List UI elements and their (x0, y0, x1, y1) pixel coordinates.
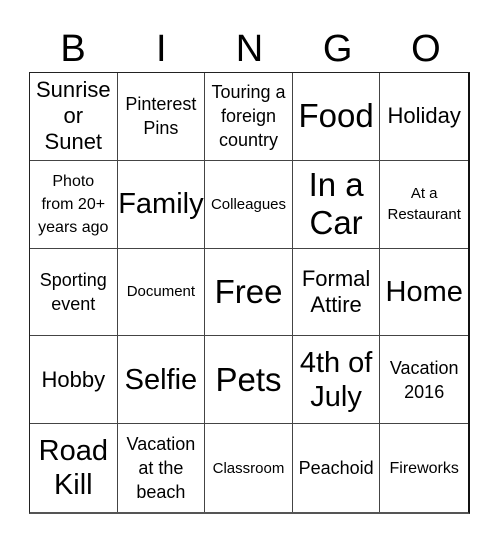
bingo-cell[interactable]: Family (117, 160, 206, 249)
bingo-cell[interactable]: Colleagues (205, 160, 293, 249)
header-letter-i: I (156, 28, 167, 70)
bingo-cell-line: Road (38, 435, 108, 468)
bingo-cell-text: Free (215, 273, 283, 311)
bingo-cell[interactable]: Peachoid (293, 424, 381, 512)
bingo-cell-text: Sunrise or Sunet (36, 77, 111, 155)
bingo-cell[interactable]: Touring a foreign country (205, 73, 293, 161)
bingo-cell-line: 2016 (404, 381, 445, 402)
bingo-card-grid: Sunrise or Sunet Pinterest Pins Touring a fore… (29, 72, 470, 514)
bingo-cell-line: Pets (215, 360, 282, 398)
bingo-cell[interactable]: Pets (205, 336, 293, 425)
bingo-cell-line: foreign (220, 106, 276, 127)
bingo-cell[interactable]: In a Car (292, 160, 381, 249)
bingo-cell-line: Fireworks (389, 459, 459, 477)
bingo-cell-text: Touring a foreign country (211, 80, 285, 152)
bingo-cell-line: Touring a (211, 82, 286, 103)
bingo-cell-text: In a Car (309, 166, 364, 242)
bingo-cell[interactable]: Sunrise or Sunet (30, 73, 118, 161)
header-letter-o: O (411, 28, 441, 70)
bingo-cell-line: Colleagues (210, 195, 287, 213)
bingo-cell-line: 4th of (299, 346, 373, 379)
bingo-cell-text: Holiday (388, 103, 461, 129)
bingo-cell-line: years ago (38, 218, 109, 236)
bingo-header: B I N G O (29, 27, 470, 72)
bingo-cell-text: Selfie (125, 363, 198, 397)
bingo-cell[interactable]: Selfie (117, 336, 206, 425)
bingo-cell[interactable]: Vacation 2016 (380, 336, 468, 425)
header-letter-n: N (235, 28, 264, 70)
bingo-cell-line: Kill (53, 469, 93, 502)
bingo-cell-line: Document (126, 283, 196, 301)
bingo-cell-text: Vacation 2016 (390, 356, 459, 404)
bingo-cell-text: 4th of July (300, 346, 373, 414)
bingo-cell-text: Pets (215, 361, 281, 399)
bingo-cell-line: At a (410, 185, 438, 203)
bingo-cell-text: Vacation at the beach (127, 432, 196, 504)
bingo-cell-line: Hobby (41, 366, 106, 392)
bingo-cell-line: Vacation (389, 357, 459, 378)
bingo-cell[interactable]: Road Kill (30, 424, 118, 512)
bingo-cell-text: Pinterest Pins (125, 92, 196, 140)
bingo-cell-line: Sunrise (36, 77, 111, 103)
bingo-cell-line: Photo (52, 172, 95, 190)
bingo-cell-line: at the (138, 458, 184, 479)
bingo-cell-line: or (63, 103, 84, 129)
header-letter-g: G (322, 28, 353, 70)
bingo-cell[interactable]: Vacation at the beach (118, 424, 206, 512)
bingo-cell-line: Car (309, 204, 363, 242)
bingo-cell[interactable]: Formal Attire (292, 248, 381, 337)
bingo-cell-text: Colleagues (211, 194, 286, 215)
bingo-cell-line: Sunet (44, 129, 103, 155)
bingo-cell-line: Selfie (124, 363, 198, 396)
bingo-cell-line: Holiday (387, 103, 461, 129)
bingo-cell-text: Food (298, 97, 373, 135)
bingo-cell-text: Hobby (42, 367, 106, 393)
bingo-cell-line: beach (136, 482, 186, 503)
bingo-cell-line: Peachoid (298, 458, 374, 479)
bingo-cell-line: country (218, 130, 278, 151)
bingo-cell[interactable]: Hobby (30, 336, 118, 425)
bingo-cell[interactable]: Classroom (205, 424, 293, 512)
bingo-cell-text: Classroom (213, 458, 285, 479)
bingo-cell-line: Home (385, 275, 463, 308)
bingo-cell-text: Formal Attire (302, 266, 370, 318)
bingo-cell-line: In a (308, 166, 364, 204)
bingo-cell-text: Fireworks (390, 457, 459, 480)
bingo-cell[interactable]: Fireworks (380, 424, 468, 512)
bingo-cell-line: July (310, 380, 362, 413)
bingo-cell-line: Sporting (39, 269, 107, 290)
bingo-cell[interactable]: Document (117, 248, 206, 337)
bingo-cell-text: Peachoid (299, 456, 374, 480)
bingo-cell[interactable]: Holiday (380, 73, 468, 161)
bingo-cell[interactable]: Photo from 20+ years ago (30, 160, 118, 249)
bingo-cell-text: Road Kill (39, 434, 108, 502)
header-letter-b: B (60, 28, 86, 70)
bingo-cell-line: Vacation (126, 434, 196, 455)
bingo-cell-line: from 20+ (41, 195, 106, 213)
bingo-cell-text: At a Restaurant (388, 183, 461, 225)
bingo-cell[interactable]: Sporting event (30, 248, 118, 337)
bingo-cell-text: Photo from 20+ years ago (38, 170, 108, 239)
bingo-cell-line: Pins (143, 118, 179, 139)
bingo-cell-text: Document (127, 281, 195, 302)
bingo-cell[interactable]: Home (380, 249, 468, 337)
bingo-cell-line: Pinterest (125, 94, 197, 115)
bingo-cell-line: event (51, 293, 96, 314)
bingo-cell-text: Sporting event (40, 268, 107, 316)
bingo-cell[interactable]: At a Restaurant (380, 161, 468, 249)
bingo-cell[interactable]: Pinterest Pins (117, 73, 206, 161)
bingo-cell-line: Family (118, 188, 204, 221)
bingo-cell-text: Family (118, 187, 203, 221)
bingo-cell-line: Attire (310, 291, 362, 317)
bingo-cell[interactable]: Free (205, 248, 293, 337)
bingo-cell[interactable]: 4th of July (292, 336, 381, 425)
bingo-cell[interactable]: Food (292, 73, 381, 161)
bingo-cell-text: Home (386, 275, 463, 309)
bingo-cell-line: Restaurant (387, 206, 461, 224)
bingo-cell-line: Classroom (212, 459, 285, 477)
bingo-cell-line: Formal (301, 265, 371, 291)
bingo-cell-line: Food (298, 97, 374, 135)
bingo-cell-line: Free (214, 272, 283, 310)
